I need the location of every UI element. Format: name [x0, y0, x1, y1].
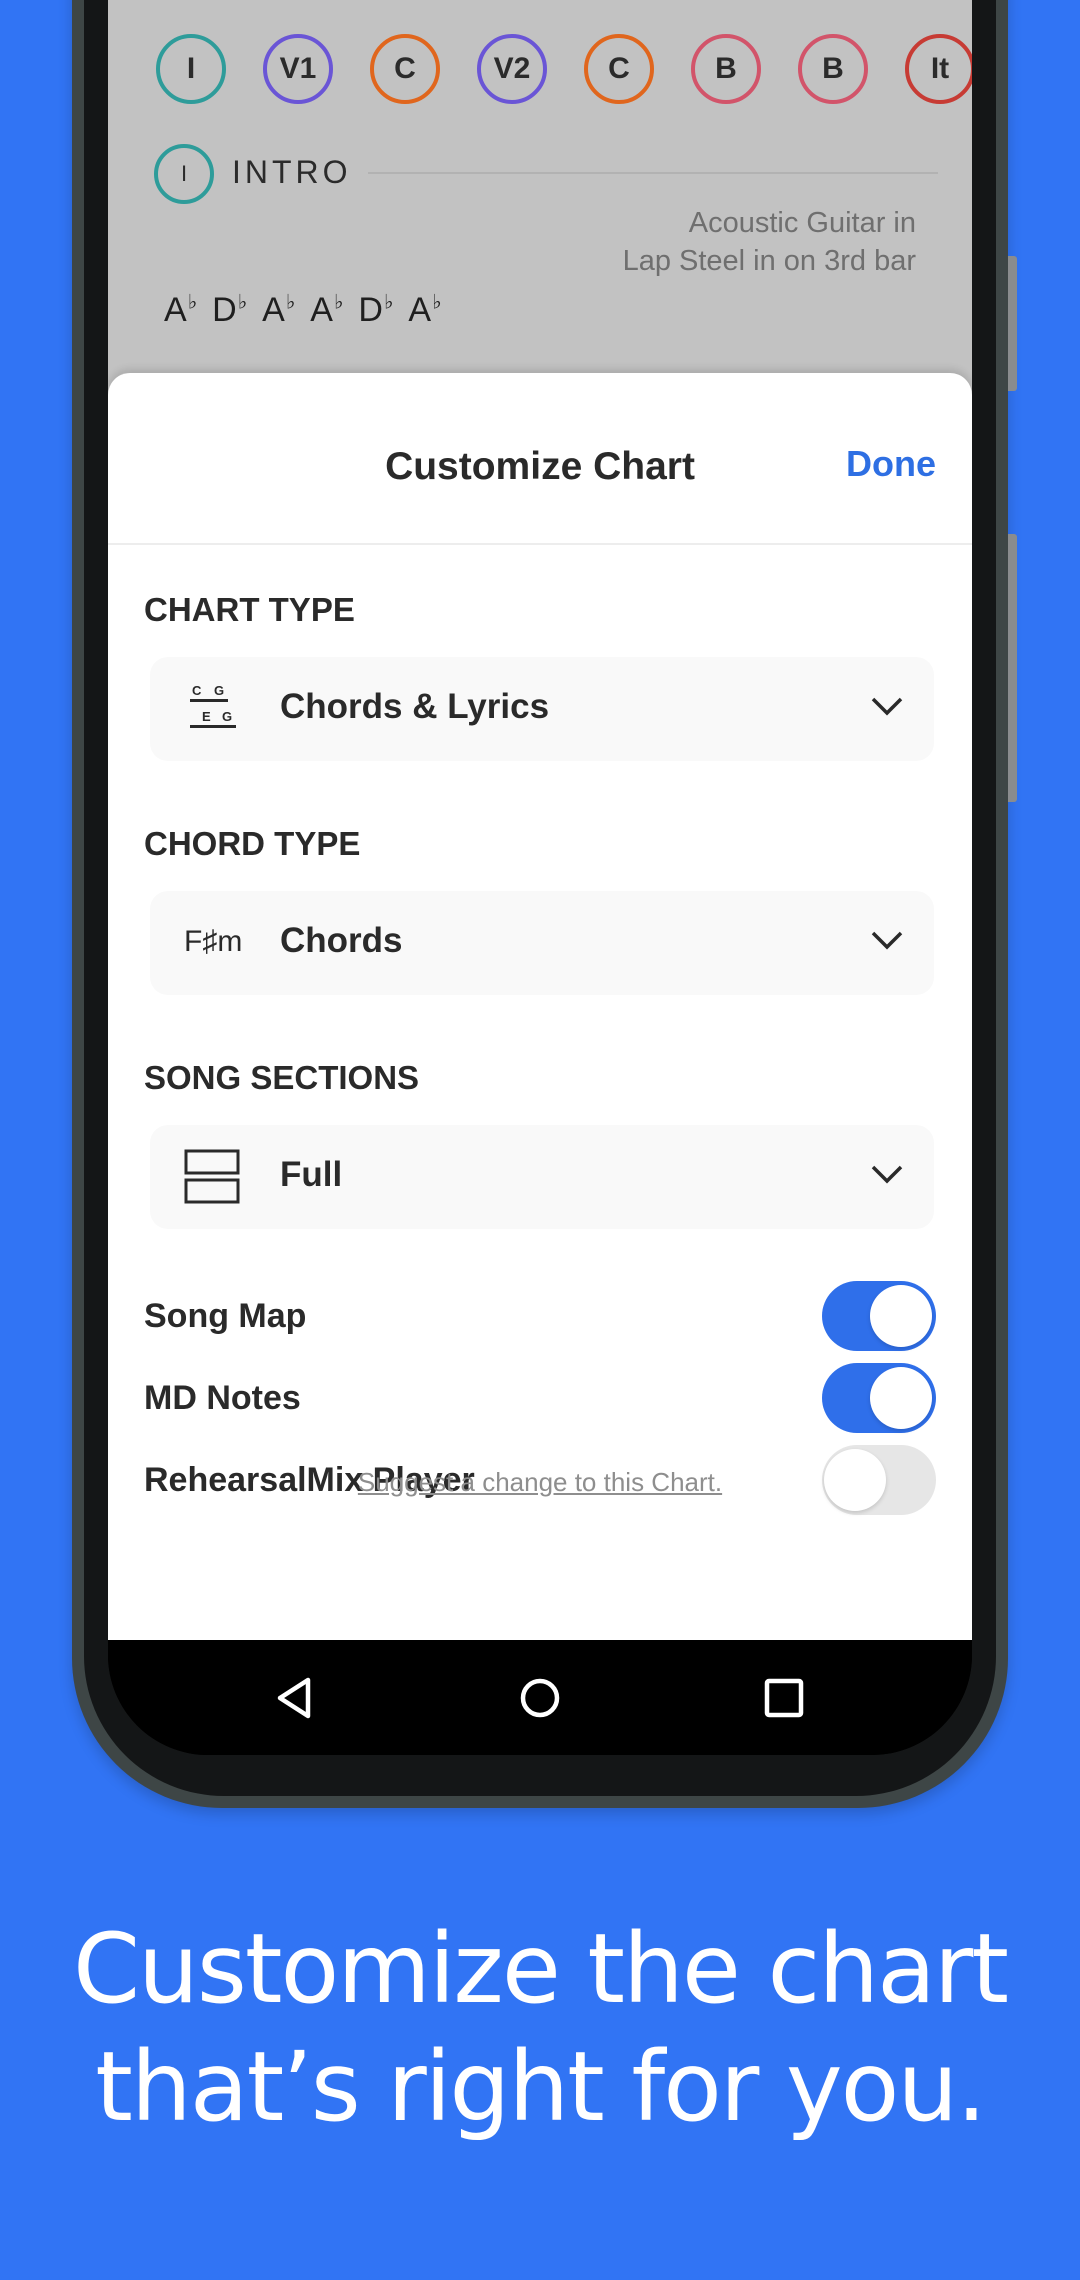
tagline-line: that’s right for you.: [95, 2031, 987, 2143]
sheet-header: Customize Chart Done: [108, 373, 972, 545]
song-sections-value: Full: [280, 1155, 343, 1194]
chord: A♭: [408, 291, 443, 330]
marketing-tagline: Customize the chart that’s right for you…: [0, 1910, 1080, 2146]
svg-text:G: G: [214, 683, 224, 698]
chord: A♭: [262, 291, 297, 330]
volume-button: [1008, 256, 1017, 391]
tagline-line: Customize the chart: [72, 1913, 1009, 2025]
chord-line: A♭ D♭ A♭ A♭ D♭ A♭: [164, 290, 457, 330]
suggest-change-link[interactable]: Suggest a change to this Chart.: [108, 1467, 972, 1498]
md-notes: Acoustic Guitar in Lap Steel in on 3rd b…: [623, 204, 916, 280]
chart-type-label: CHART TYPE: [144, 591, 355, 628]
toggle-knob: [870, 1367, 932, 1429]
customize-chart-sheet: Customize Chart Done CHART TYPE C G E G …: [108, 373, 972, 1640]
song-map-label: Song Map: [144, 1297, 307, 1335]
chevron-down-icon: [871, 931, 903, 950]
chord: A♭: [164, 291, 199, 330]
home-icon[interactable]: [512, 1670, 568, 1726]
song-map-section[interactable]: V1: [263, 34, 333, 104]
song-sections-dropdown[interactable]: Full: [150, 1125, 934, 1229]
recents-icon[interactable]: [756, 1670, 812, 1726]
svg-text:C: C: [192, 683, 202, 698]
note-line: Lap Steel in on 3rd bar: [622, 245, 916, 277]
power-button: [1008, 534, 1017, 802]
section-badge: I: [154, 144, 214, 204]
chord: D♭: [358, 291, 395, 330]
song-map-section[interactable]: V2: [477, 34, 547, 104]
chart-preview: I V1 C V2 C B B It I INTRO Acoustic Guitar in L…: [108, 0, 972, 400]
svg-text:G: G: [222, 709, 232, 724]
note-line: Acoustic Guitar in: [688, 207, 916, 239]
md-notes-toggle[interactable]: [822, 1363, 936, 1433]
android-nav-bar: [108, 1640, 972, 1755]
chord-type-dropdown[interactable]: F♯m Chords: [150, 891, 934, 995]
song-map-section[interactable]: C: [584, 34, 654, 104]
song-map-section[interactable]: B: [691, 34, 761, 104]
done-button[interactable]: Done: [846, 443, 936, 485]
chords-lyrics-icon: C G E G: [190, 683, 236, 728]
section-name: INTRO: [232, 154, 352, 190]
chevron-down-icon: [871, 1165, 903, 1184]
song-map-section[interactable]: C: [370, 34, 440, 104]
song-map-row: Song Map: [144, 1281, 936, 1353]
svg-text:E: E: [202, 709, 211, 724]
sections-icon: [184, 1149, 240, 1204]
md-notes-row: MD Notes: [144, 1363, 936, 1435]
chord: A♭: [310, 291, 345, 330]
chord: D♭: [212, 291, 249, 330]
chevron-down-icon: [871, 697, 903, 716]
song-map-section[interactable]: B: [798, 34, 868, 104]
chord-type-value: Chords: [280, 921, 403, 960]
chart-type-dropdown[interactable]: C G E G Chords & Lyrics: [150, 657, 934, 761]
song-map-toggle[interactable]: [822, 1281, 936, 1351]
song-map-section[interactable]: It: [905, 34, 972, 104]
toggle-knob: [870, 1285, 932, 1347]
section-divider: [368, 172, 938, 174]
chord-symbol-icon: F♯m: [184, 925, 243, 958]
chart-type-value: Chords & Lyrics: [280, 687, 550, 726]
back-icon[interactable]: [268, 1670, 324, 1726]
chord-type-label: CHORD TYPE: [144, 825, 361, 862]
phone-screen: I V1 C V2 C B B It I INTRO Acoustic Guitar in L…: [108, 0, 972, 1755]
md-notes-label: MD Notes: [144, 1379, 301, 1417]
song-sections-label: SONG SECTIONS: [144, 1059, 420, 1096]
song-map-section[interactable]: I: [156, 34, 226, 104]
sheet-title: Customize Chart: [385, 445, 695, 488]
